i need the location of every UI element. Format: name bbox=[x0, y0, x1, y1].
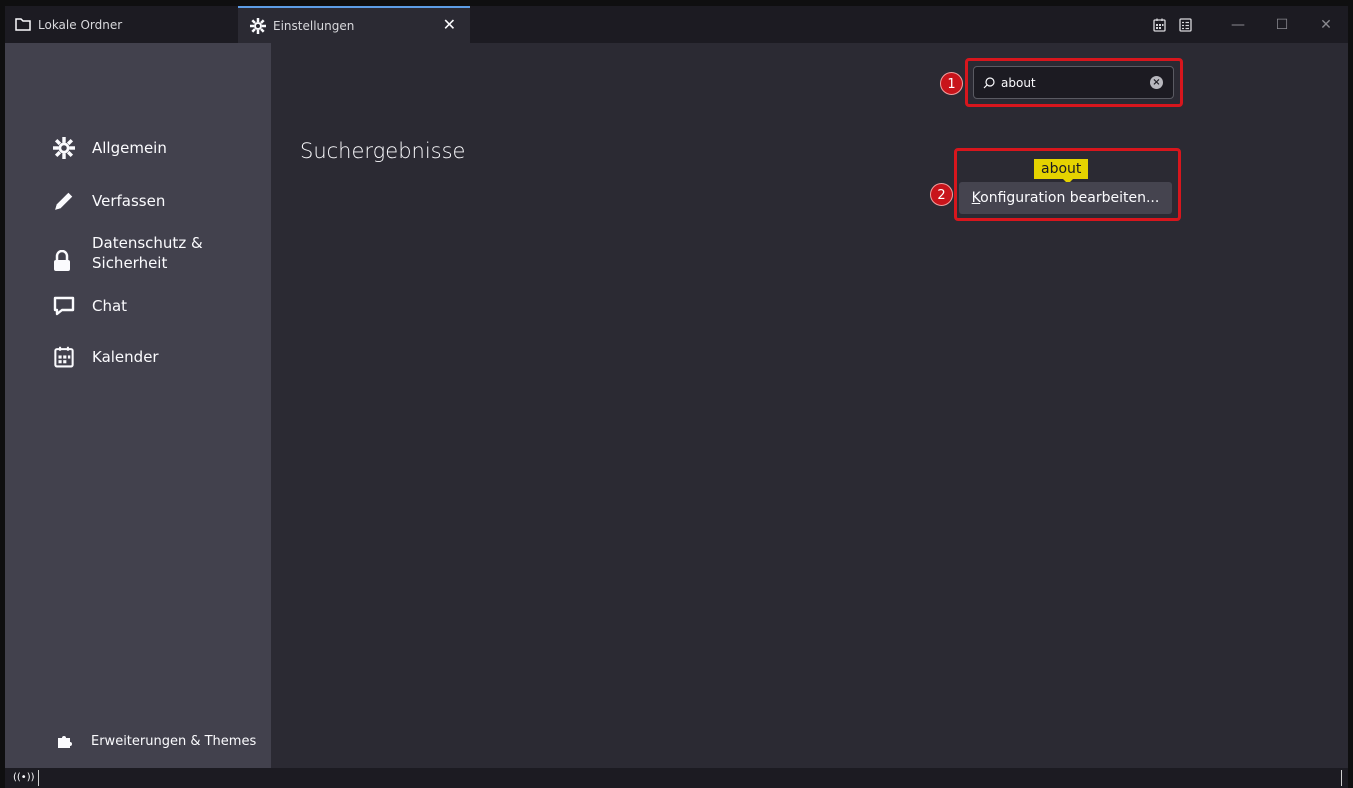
close-tab-icon[interactable]: ✕ bbox=[443, 17, 456, 33]
puzzle-icon bbox=[57, 733, 77, 749]
annotation-badge-1: 1 bbox=[940, 72, 963, 95]
page-title: Suchergebnisse bbox=[300, 139, 466, 163]
sidebar-item-kalender[interactable]: Kalender bbox=[53, 346, 159, 368]
app-window: Lokale Ordner Einstellungen ✕ — ☐ ✕ Allg… bbox=[5, 6, 1348, 788]
sidebar-item-erweiterungen[interactable]: Erweiterungen & Themes bbox=[57, 733, 256, 749]
minimize-button[interactable]: — bbox=[1216, 17, 1260, 33]
label-line-2: Sicherheit bbox=[92, 254, 168, 272]
sidebar-item-label: Erweiterungen & Themes bbox=[91, 733, 257, 749]
tasks-icon[interactable] bbox=[1172, 17, 1198, 32]
sidebar-item-label: Kalender bbox=[92, 348, 159, 366]
sidebar-item-label: Allgemein bbox=[92, 139, 167, 157]
highlight-box-results bbox=[954, 148, 1181, 221]
sidebar-item-label: Chat bbox=[92, 297, 128, 315]
status-bar: ((•)) bbox=[5, 768, 1348, 788]
wifi-signal-icon[interactable]: ((•)) bbox=[13, 772, 35, 783]
pencil-icon bbox=[53, 190, 83, 212]
gear-icon bbox=[250, 17, 266, 34]
lock-icon bbox=[53, 250, 83, 272]
calendar-icon[interactable] bbox=[1146, 18, 1172, 32]
sidebar-item-label: Verfassen bbox=[92, 192, 166, 210]
tab-lokale-ordner[interactable]: Lokale Ordner bbox=[5, 6, 237, 43]
chat-icon bbox=[53, 295, 83, 317]
status-divider bbox=[1341, 770, 1342, 786]
title-bar: Lokale Ordner Einstellungen ✕ — ☐ ✕ bbox=[5, 6, 1348, 43]
sidebar-item-label: Datenschutz & Sicherheit bbox=[92, 233, 203, 273]
settings-sidebar: Allgemein Verfassen Datenschutz & Sicher… bbox=[5, 43, 271, 768]
sidebar-item-datenschutz[interactable]: Datenschutz & Sicherheit bbox=[53, 233, 203, 273]
gear-icon bbox=[53, 137, 83, 159]
sidebar-item-chat[interactable]: Chat bbox=[53, 295, 127, 317]
folder-icon bbox=[15, 18, 31, 31]
maximize-button[interactable]: ☐ bbox=[1260, 17, 1304, 33]
label-line-1: Datenschutz & bbox=[92, 234, 203, 252]
tab-label: Lokale Ordner bbox=[38, 17, 123, 32]
status-divider bbox=[38, 770, 39, 786]
sidebar-item-allgemein[interactable]: Allgemein bbox=[53, 137, 167, 159]
close-window-button[interactable]: ✕ bbox=[1304, 17, 1348, 33]
tab-label: Einstellungen bbox=[273, 18, 355, 33]
calendar-icon bbox=[53, 346, 83, 368]
sidebar-item-verfassen[interactable]: Verfassen bbox=[53, 190, 165, 212]
tab-einstellungen[interactable]: Einstellungen ✕ bbox=[238, 6, 470, 43]
highlight-box-search bbox=[965, 58, 1183, 107]
titlebar-controls: — ☐ ✕ bbox=[1146, 6, 1348, 43]
annotation-badge-2: 2 bbox=[930, 183, 953, 206]
settings-main-panel: Suchergebnisse × 1 about Konfiguration b… bbox=[271, 43, 1348, 768]
